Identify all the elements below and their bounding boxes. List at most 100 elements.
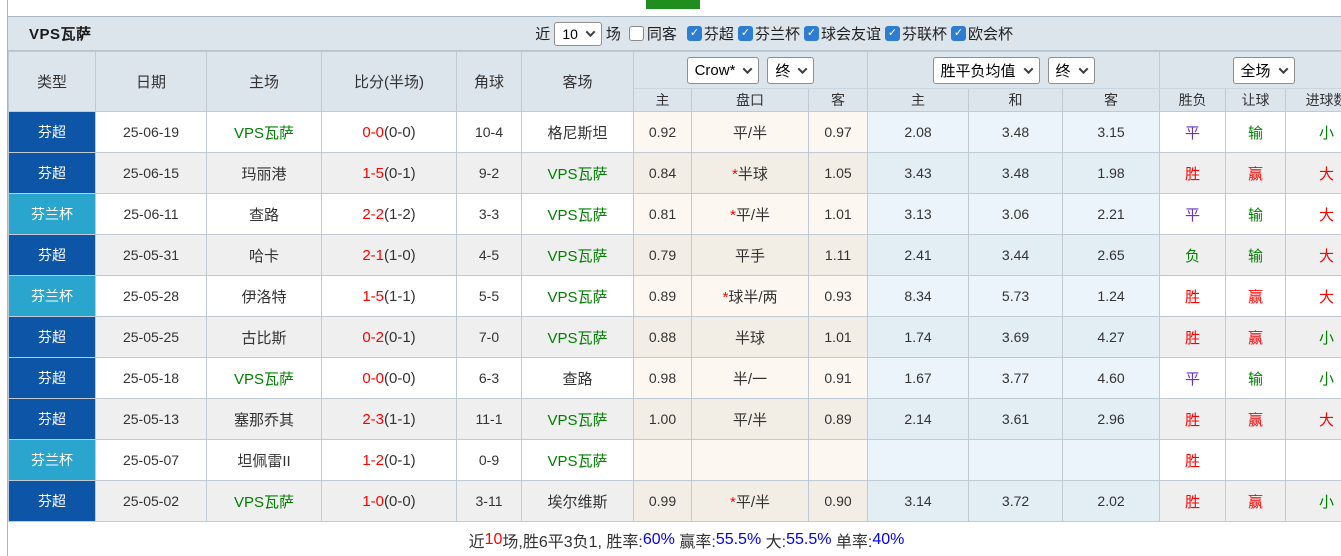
- result-wdl-cell: 胜: [1159, 398, 1227, 440]
- league-badge-cell: 芬兰杯: [8, 275, 96, 317]
- bookmaker-select[interactable]: Crow*: [686, 56, 760, 84]
- date-cell: 25-05-31: [95, 234, 207, 276]
- result-wdl-cell: 胜: [1159, 275, 1227, 317]
- fulltime-score: 2-3: [362, 410, 384, 428]
- corners-cell: 3-11: [456, 480, 522, 522]
- result-handicap-cell: 赢: [1225, 398, 1287, 440]
- match-count-select[interactable]: 10: [554, 21, 602, 46]
- eu-draw-odds-cell: [968, 439, 1064, 481]
- fulltime-score: 2-1: [362, 246, 384, 264]
- result-handicap-cell: 赢: [1225, 275, 1287, 317]
- eu-home-odds-cell: 1.67: [867, 357, 970, 399]
- away-team-cell: VPS瓦萨: [521, 316, 634, 358]
- eu-away-odds-cell: 2.65: [1062, 234, 1161, 276]
- subcol-result-goals: 进球数: [1285, 88, 1341, 112]
- bookmaker-value: Crow*: [694, 61, 736, 79]
- result-goals-cell: 小: [1285, 480, 1341, 522]
- result-handicap-cell: 赢: [1225, 480, 1287, 522]
- col-header-home: 主场: [206, 51, 322, 112]
- corners-cell: 6-3: [456, 357, 522, 399]
- eu-away-odds-cell: 4.27: [1062, 316, 1161, 358]
- home-team-cell: VPS瓦萨: [206, 111, 322, 153]
- ah-home-odds-cell: 0.98: [633, 357, 692, 399]
- league-checkbox[interactable]: [803, 26, 819, 41]
- ah-away-odds-cell: 0.89: [807, 398, 869, 440]
- fulltime-score: 1-2: [362, 451, 384, 469]
- ah-home-odds-cell: 0.99: [633, 480, 692, 522]
- result-handicap-cell: 赢: [1225, 316, 1287, 358]
- eu-home-odds-cell: 3.14: [867, 480, 970, 522]
- league-badge-cell: 芬超: [8, 357, 96, 399]
- result-wdl-cell: 胜: [1159, 152, 1227, 194]
- result-wdl-cell: 胜: [1159, 439, 1227, 481]
- home-team-cell: VPS瓦萨: [206, 357, 322, 399]
- eu-home-odds-cell: 8.34: [867, 275, 970, 317]
- ah-away-odds-cell: 0.91: [807, 357, 869, 399]
- date-cell: 25-06-15: [95, 152, 207, 194]
- chevron-down-icon: [742, 63, 753, 74]
- halftime-score: (1-1): [384, 410, 416, 428]
- eu-draw-odds-cell: 5.73: [968, 275, 1064, 317]
- summary-segment: 单率:: [831, 534, 873, 551]
- result-goals-cell: 大: [1285, 398, 1341, 440]
- match-row: 芬超 25-05-31 哈卡 2-1(1-0) 4-5 VPS瓦萨 0.79 平手 1.11 2.…: [8, 234, 1341, 276]
- result-handicap-cell: [1225, 439, 1287, 481]
- league-checkbox-label: 芬兰杯: [754, 26, 800, 43]
- match-row: 芬超 25-05-25 古比斯 0-2(0-1) 7-0 VPS瓦萨 0.88 半球 1.01 1…: [8, 316, 1341, 358]
- corners-cell: 9-2: [456, 152, 522, 194]
- clipped-top-strip: [0, 0, 1341, 16]
- league-checkbox[interactable]: [686, 26, 702, 41]
- games-label: 场: [605, 26, 621, 43]
- col-header-date: 日期: [95, 51, 207, 112]
- europe-time-select[interactable]: 终: [1047, 56, 1095, 84]
- league-badge-cell: 芬超: [8, 111, 96, 153]
- summary-footer: 近 10 场,胜6平3负1, 胜率: 60% 赢率: 55.5% 大: 55.5% 单率:…: [8, 522, 1341, 556]
- score-cell: 1-5(1-1): [321, 275, 457, 317]
- eu-draw-odds-cell: 3.72: [968, 480, 1064, 522]
- result-handicap-cell: 输: [1225, 193, 1287, 235]
- league-badge-cell: 芬超: [8, 480, 96, 522]
- fulltime-score: 1-5: [362, 164, 384, 182]
- europe-avg-select[interactable]: 胜平负均值: [932, 56, 1040, 84]
- eu-home-odds-cell: 3.43: [867, 152, 970, 194]
- ah-time-select[interactable]: 终: [767, 56, 815, 84]
- result-handicap-cell: 输: [1225, 111, 1287, 153]
- clipped-green-button[interactable]: [646, 0, 700, 9]
- league-badge-cell: 芬超: [8, 234, 96, 276]
- subcol-eu-home: 主: [867, 88, 970, 112]
- handicap-line-text: 平手: [734, 247, 765, 265]
- chevron-down-icon: [1023, 63, 1033, 74]
- eu-home-odds-cell: 2.41: [867, 234, 970, 276]
- result-goals-cell: 小: [1285, 111, 1341, 153]
- eu-draw-odds-cell: 3.77: [968, 357, 1064, 399]
- league-checkbox[interactable]: [950, 26, 966, 41]
- fulltime-score: 1-0: [362, 492, 384, 510]
- eu-away-odds-cell: 2.02: [1062, 480, 1161, 522]
- same-opponent-checkbox[interactable]: [628, 26, 644, 41]
- scope-select[interactable]: 全场: [1232, 56, 1295, 84]
- away-team-cell: VPS瓦萨: [521, 234, 634, 276]
- league-badge-cell: 芬兰杯: [8, 439, 96, 481]
- league-checkbox-label: 欧会杯: [967, 26, 1013, 43]
- match-count-value: 10: [562, 25, 578, 42]
- result-wdl-cell: 胜: [1159, 316, 1227, 358]
- result-handicap-cell: 输: [1225, 234, 1287, 276]
- col-header-score: 比分(半场): [321, 51, 457, 112]
- eu-away-odds-cell: [1062, 439, 1161, 481]
- league-filter-item: 芬兰杯: [737, 23, 800, 44]
- result-wdl-cell: 负: [1159, 234, 1227, 276]
- match-row: 芬超 25-05-13 塞那乔其 2-3(1-1) 11-1 VPS瓦萨 1.00 平/半 0.…: [8, 398, 1341, 440]
- handicap-line-text: 半/一: [732, 370, 768, 388]
- summary-segment: 10: [484, 531, 503, 548]
- summary-segment: 55.5%: [786, 531, 832, 548]
- result-goals-cell: 大: [1285, 234, 1341, 276]
- ah-line-cell: 半球: [691, 316, 809, 358]
- league-checkbox[interactable]: [737, 26, 753, 41]
- ah-home-odds-cell: 0.84: [633, 152, 692, 194]
- eu-draw-odds-cell: 3.06: [968, 193, 1064, 235]
- eu-odds-group-header: 胜平负均值 终: [867, 51, 1161, 89]
- fulltime-score: 1-5: [362, 287, 384, 305]
- eu-draw-odds-cell: 3.44: [968, 234, 1064, 276]
- league-checkbox[interactable]: [884, 26, 900, 41]
- away-team-cell: 埃尔维斯: [521, 480, 634, 522]
